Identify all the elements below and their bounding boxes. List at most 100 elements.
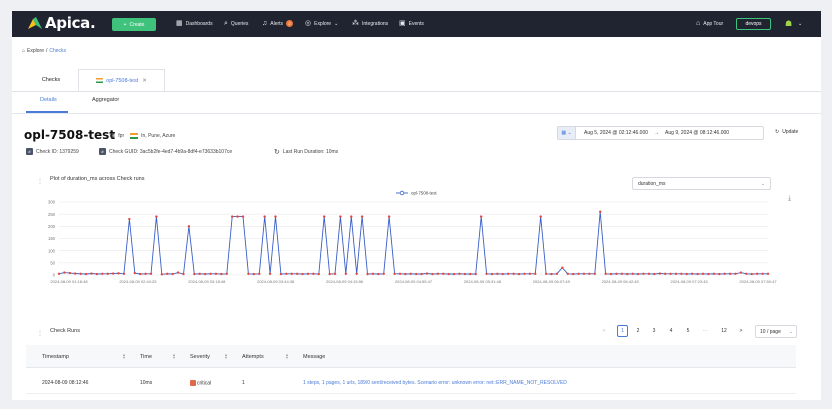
data-point	[106, 272, 109, 275]
data-point	[512, 272, 515, 275]
data-point	[463, 272, 467, 276]
pager-page-5[interactable]: 5	[684, 325, 692, 337]
pager-page-4[interactable]: 4	[667, 325, 675, 337]
sort-icon[interactable]: ▲ ▼	[285, 353, 289, 360]
col-attempts[interactable]: Attempts	[242, 354, 264, 360]
pager-next[interactable]: >	[737, 325, 745, 337]
severity-indicator	[190, 380, 196, 386]
data-point	[615, 272, 618, 275]
data-point	[149, 272, 153, 275]
data-point	[718, 272, 721, 276]
data-point	[750, 272, 753, 276]
y-tick-label: 100	[48, 248, 56, 253]
data-point	[436, 272, 440, 275]
data-point	[198, 272, 201, 275]
pager-page-12[interactable]: 12	[718, 325, 730, 337]
data-point	[425, 272, 429, 275]
pager-page-1[interactable]: 1	[617, 325, 628, 337]
data-point	[393, 272, 396, 275]
data-point	[739, 271, 743, 274]
data-point	[387, 215, 391, 218]
data-point	[166, 272, 169, 275]
col-severity[interactable]: Severity	[190, 354, 210, 360]
x-tick-label: 2024-08-09 05:31:48	[464, 279, 502, 284]
data-point	[182, 272, 185, 276]
data-point	[447, 272, 450, 276]
x-tick-label: 2024-08-09 03:18:48	[188, 279, 226, 284]
page-size-value: 10 / page	[760, 328, 781, 335]
data-point	[95, 272, 99, 276]
data-point	[241, 215, 245, 218]
data-point	[258, 272, 261, 275]
y-tick-label: 0	[53, 273, 56, 278]
data-point	[431, 272, 434, 276]
data-point	[144, 272, 147, 275]
data-point	[626, 272, 629, 276]
legend-label: opl-7508-test	[411, 191, 437, 196]
data-point	[691, 272, 694, 275]
data-point	[68, 271, 72, 275]
pager-page-2[interactable]: 2	[634, 325, 642, 337]
data-point	[647, 272, 651, 275]
data-point	[382, 272, 385, 275]
data-point	[209, 272, 212, 275]
data-point	[544, 272, 548, 275]
cell-time: 10ms	[140, 380, 153, 386]
data-point	[306, 272, 310, 275]
col-time[interactable]: Time	[140, 354, 152, 360]
pager-page-3[interactable]: 3	[650, 325, 658, 337]
data-point	[111, 272, 115, 275]
col-message[interactable]: Message	[303, 354, 325, 360]
data-point	[528, 272, 532, 275]
x-tick-label: 2024-08-09 07:50:47	[739, 279, 777, 284]
data-point	[555, 272, 559, 275]
data-point	[415, 272, 418, 276]
data-point	[252, 272, 256, 276]
col-timestamp[interactable]: Timestamp	[42, 354, 69, 360]
data-point	[295, 272, 299, 275]
data-point	[230, 215, 234, 218]
drag-handle-icon[interactable]: ⋮	[37, 330, 43, 337]
data-point	[631, 272, 634, 275]
pager-prev[interactable]: <	[600, 325, 608, 337]
legend-swatch-marker	[399, 190, 405, 196]
data-point	[236, 215, 239, 218]
x-tick-label: 2024-08-09 04:55:47	[395, 279, 433, 284]
sort-icon[interactable]: ▲ ▼	[224, 353, 228, 360]
data-point	[344, 272, 348, 275]
data-point	[138, 272, 142, 276]
data-point	[550, 272, 553, 276]
data-point	[360, 215, 364, 218]
data-point	[712, 272, 716, 275]
data-point	[328, 272, 331, 276]
pager-ellipsis[interactable]: ···	[699, 325, 711, 337]
data-point	[214, 272, 218, 275]
data-point	[669, 272, 672, 275]
cell-attempts: 1	[242, 380, 245, 386]
data-point	[442, 272, 445, 275]
data-point	[761, 272, 764, 275]
data-point	[674, 272, 678, 275]
data-point	[523, 272, 526, 275]
sort-icon[interactable]: ▲ ▼	[172, 353, 176, 360]
data-point	[577, 272, 580, 275]
data-point	[685, 272, 689, 276]
data-point	[653, 272, 656, 276]
cell-message[interactable]: 1 steps, 1 pages, 1 urls, 189/0 sent/rec…	[303, 380, 567, 386]
data-point	[268, 272, 272, 275]
data-point	[312, 272, 315, 275]
data-point	[333, 272, 337, 275]
cell-timestamp: 2024-08-09 08:12:46	[42, 380, 89, 386]
data-point	[117, 272, 120, 275]
x-tick-label: 2024-08-09 03:44:38	[257, 279, 295, 284]
y-tick-label: 50	[50, 260, 55, 265]
data-point	[160, 273, 164, 276]
y-tick-label: 200	[48, 224, 56, 229]
sort-icon[interactable]: ▲ ▼	[122, 353, 126, 360]
data-point	[171, 272, 174, 276]
page-size-select[interactable]: 10 / page ⌄	[755, 325, 797, 338]
data-point	[620, 272, 624, 275]
data-point	[723, 272, 726, 275]
data-point	[193, 272, 196, 276]
data-point	[57, 272, 61, 275]
